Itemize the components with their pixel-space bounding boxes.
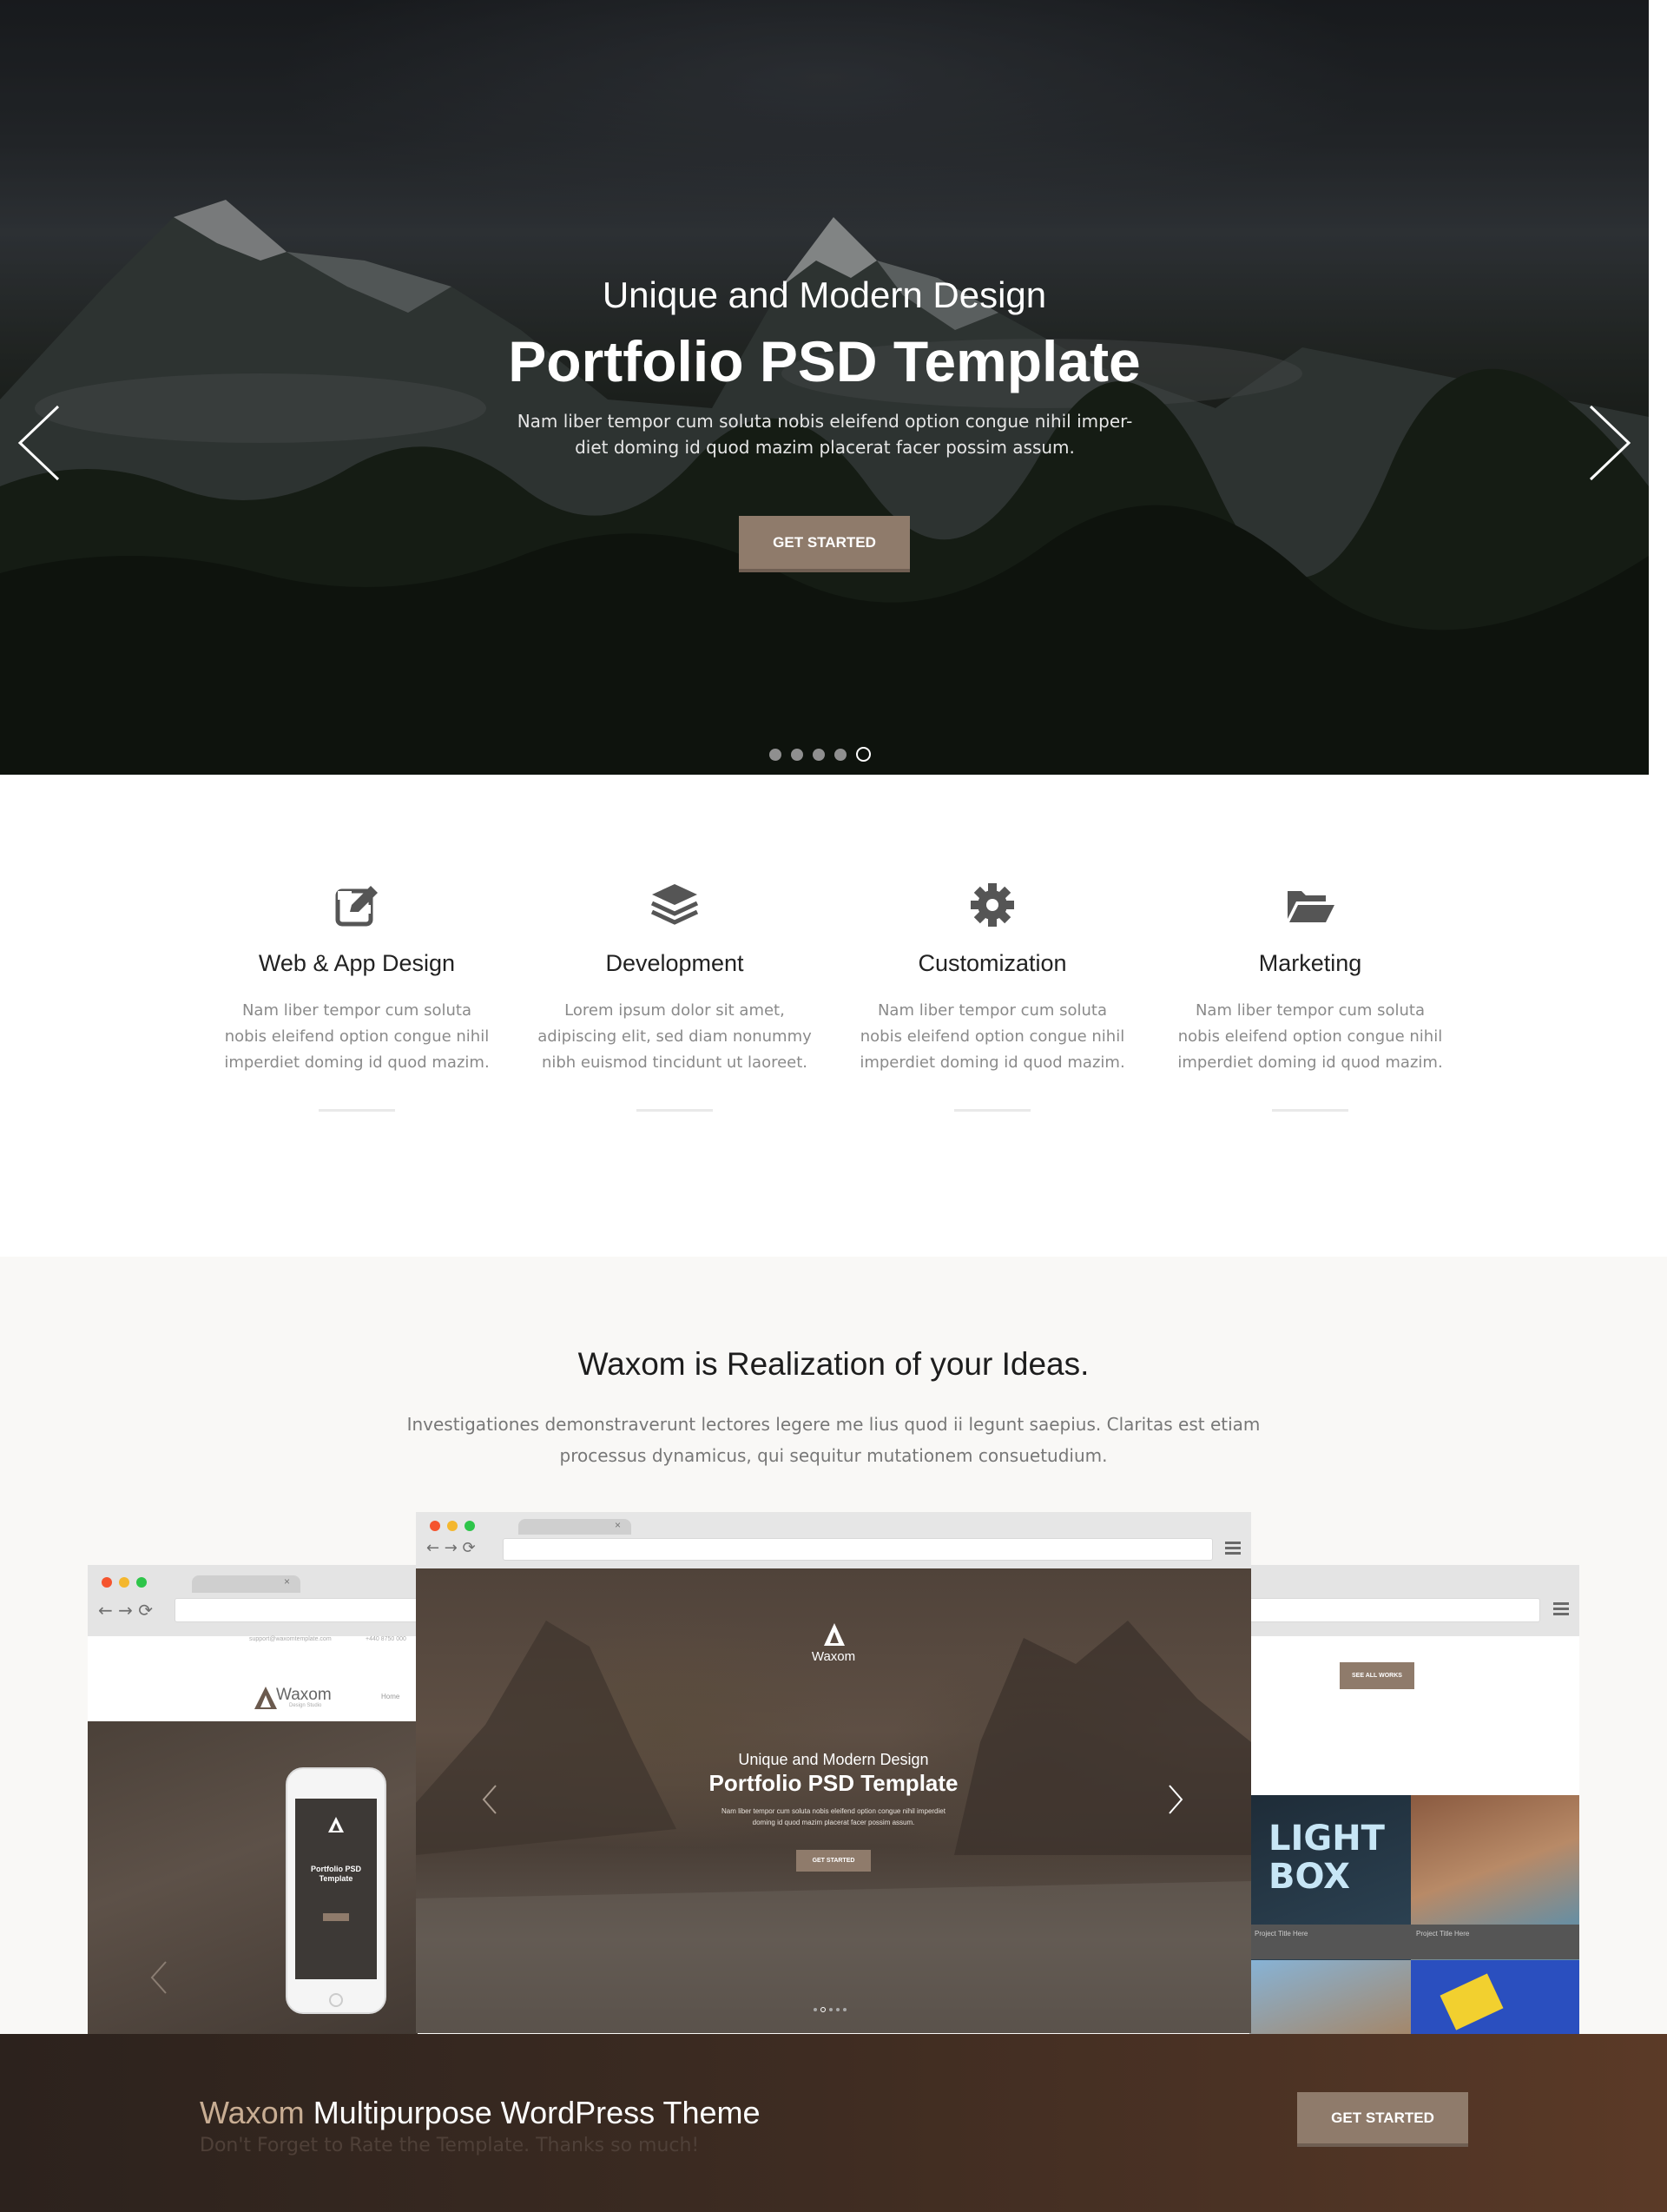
slider-dot-active (820, 2007, 826, 2012)
browser-tab: × (192, 1575, 300, 1593)
slider-pagination (769, 747, 871, 762)
brand-name: Waxom (811, 1649, 856, 1664)
service-title: Marketing (1258, 950, 1362, 976)
minimize-dot (119, 1577, 129, 1588)
slider-dot (814, 2008, 817, 2011)
project-caption: Project Title Here (1411, 1925, 1579, 1959)
chevron-left-icon (150, 1961, 167, 1994)
services-section: Web & App Design Nam liber tempor cum so… (0, 775, 1667, 1257)
service-text: Lorem ipsum dolor sit amet, adipiscing e… (537, 1001, 812, 1072)
phone-button (323, 1913, 349, 1921)
gear-icon (966, 879, 1018, 931)
nav-home: Home (381, 1693, 400, 1700)
mockup-hero: Waxom Unique and Modern Design Portfolio… (416, 1568, 1251, 2033)
layers-icon (649, 879, 701, 931)
service-divider (319, 1109, 395, 1112)
chevron-right-icon[interactable] (1584, 401, 1636, 485)
edit-icon (331, 879, 383, 931)
cta-banner: Waxom Multipurpose WordPress Theme Don't… (0, 2034, 1667, 2212)
service-title: Customization (918, 950, 1067, 976)
service-text: Nam liber tempor cum soluta nobis eleife… (224, 1001, 490, 1072)
mockup-get-started-button: GET STARTED (796, 1850, 871, 1872)
browser-chrome: × ← → ⟳ (88, 1565, 418, 1636)
contact-email: support@waxomtemplate.com (249, 1636, 332, 1642)
brand-tagline: Design Studio (289, 1703, 322, 1708)
service-web-app-design: Web & App Design Nam liber tempor cum so… (218, 879, 496, 1112)
hero-slider: Unique and Modern Design Portfolio PSD T… (0, 0, 1649, 775)
hero-subtitle: Unique and Modern Design (602, 274, 1047, 315)
service-title: Development (605, 950, 744, 976)
phone-home-button (329, 1993, 343, 2007)
see-all-works-button: SEE ALL WORKS (1340, 1662, 1414, 1689)
service-divider (954, 1109, 1031, 1112)
minimize-dot (447, 1521, 458, 1531)
service-divider (1272, 1109, 1348, 1112)
service-text: Nam liber tempor cum soluta nobis eleife… (1177, 1001, 1443, 1072)
phone-title: Portfolio PSD Template (311, 1865, 361, 1883)
cta-title-rest: Multipurpose WordPress Theme (304, 2095, 761, 2130)
close-dot (430, 1521, 440, 1531)
folder-open-icon (1284, 879, 1336, 931)
cta-title: Waxom Multipurpose WordPress Theme (200, 2095, 761, 2131)
service-divider (636, 1109, 713, 1112)
brand-name: Waxom (276, 1686, 332, 1704)
waxom-logo-icon (824, 1623, 845, 1646)
hero-text: Nam liber tempor cum soluta nobis eleife… (517, 411, 1133, 458)
slider-dot-active[interactable] (856, 747, 871, 762)
phone-mockup: Portfolio PSD Template (286, 1767, 386, 2014)
nav-arrows-icon: ← → ⟳ (426, 1539, 476, 1557)
project-caption: Project Title Here (1249, 1925, 1411, 1959)
slider-dot[interactable] (769, 748, 781, 761)
chevron-left-icon[interactable] (13, 401, 65, 485)
slider-dot[interactable] (791, 748, 803, 761)
mockup-subtitle: Unique and Modern Design (738, 1751, 929, 1768)
browser-chrome (1249, 1565, 1579, 1636)
hamburger-menu-icon (1225, 1542, 1241, 1557)
portfolio-tile-building (1249, 1960, 1411, 2034)
hero-get-started-button[interactable]: GET STARTED (739, 516, 910, 572)
chevron-left-icon (482, 1785, 497, 1814)
browser-tab: × (518, 1519, 631, 1535)
slider-dot[interactable] (834, 748, 847, 761)
slider-dot (829, 2008, 833, 2011)
nav-arrows-icon: ← → ⟳ (98, 1600, 153, 1621)
mockup-title: Portfolio PSD Template (708, 1770, 959, 1796)
waxom-logo-icon (254, 1687, 277, 1709)
cta-subtitle: Don't Forget to Rate the Template. Thank… (200, 2135, 700, 2156)
maximize-dot (465, 1521, 475, 1531)
browser-mockup-left: × ← → ⟳ support@waxomtemplate.com +440 8… (88, 1565, 418, 2034)
cta-brand: Waxom (200, 2095, 305, 2130)
portfolio-tile-cards (1411, 1960, 1579, 2034)
business-card-image (1440, 1973, 1504, 2030)
section-text: Investigationes demonstraverunt lectores… (406, 1414, 1261, 1466)
mockup-pagination (814, 2007, 847, 2012)
close-dot (102, 1577, 112, 1588)
service-marketing: Marketing Nam liber tempor cum soluta no… (1171, 879, 1449, 1112)
hero-title: Portfolio PSD Template (508, 329, 1141, 393)
browser-chrome: × ← → ⟳ (416, 1512, 1251, 1568)
service-text: Nam liber tempor cum soluta nobis eleife… (860, 1001, 1125, 1072)
slider-dot (843, 2008, 847, 2011)
url-bar (175, 1598, 418, 1622)
section-title: Waxom is Realization of your Ideas. (577, 1346, 1090, 1382)
slider-dot[interactable] (813, 748, 825, 761)
browser-mockup-center: × ← → ⟳ Waxom Unique and Modern Design P… (416, 1512, 1251, 2033)
cta-get-started-button[interactable]: GET STARTED (1297, 2092, 1468, 2147)
url-bar (503, 1538, 1213, 1561)
mockup-text: Nam liber tempor cum soluta nobis eleife… (721, 1807, 946, 1826)
slider-dot (836, 2008, 840, 2011)
waxom-logo-icon (328, 1817, 344, 1832)
maximize-dot (136, 1577, 147, 1588)
service-customization: Customization Nam liber tempor cum solut… (853, 879, 1131, 1112)
contact-phone: +440 8750 000 (366, 1636, 406, 1642)
url-bar (1249, 1598, 1540, 1622)
hamburger-menu-icon (1553, 1602, 1569, 1618)
tile-lightbox-text: LIGHT BOX (1268, 1819, 1385, 1897)
chevron-right-icon (1169, 1785, 1183, 1814)
browser-mockup-right: SEE ALL WORKS LIGHT BOX Project Title He… (1249, 1565, 1579, 2034)
service-title: Web & App Design (258, 950, 456, 976)
service-development: Development Lorem ipsum dolor sit amet, … (536, 879, 814, 1112)
phone-screen: Portfolio PSD Template (295, 1799, 377, 1979)
